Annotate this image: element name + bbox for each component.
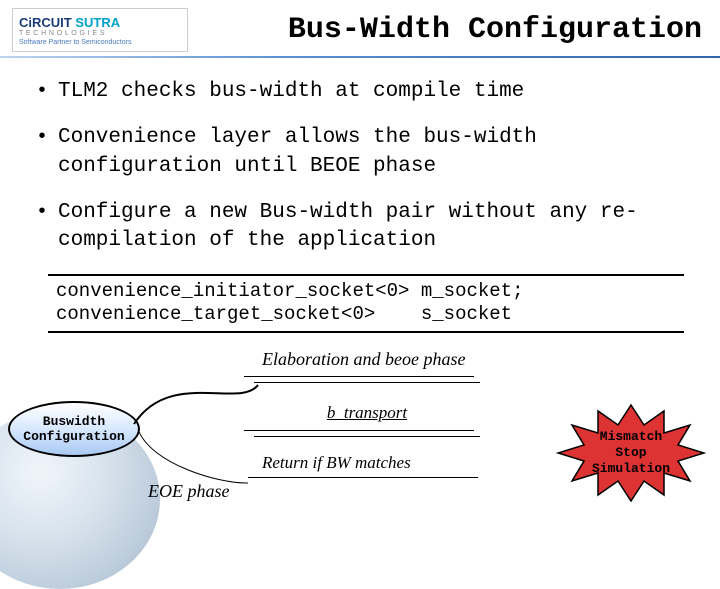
code-line: convenience_target_socket<0> s_socket: [56, 303, 512, 325]
diagram-area: BuswidthConfiguration EOE phase Elaborat…: [0, 349, 720, 559]
bullet-item: Configure a new Bus-width pair without a…: [36, 199, 692, 256]
code-block: convenience_initiator_socket<0> m_socket…: [48, 274, 684, 334]
buswidth-label: BuswidthConfiguration: [23, 414, 124, 445]
starburst-text: MismatchStopSimulation: [592, 429, 670, 478]
elaboration-label: Elaboration and beoe phase: [262, 349, 472, 371]
divider-lines: [262, 373, 472, 385]
mismatch-starburst: MismatchStopSimulation: [556, 403, 706, 503]
slide-title: Bus-Width Configuration: [188, 13, 708, 47]
buswidth-oval: BuswidthConfiguration: [8, 401, 140, 457]
divider-lines: [262, 427, 472, 439]
eoe-phase-label: EOE phase: [148, 481, 229, 502]
logo-tagline: Software Partner to Semiconductors: [19, 39, 187, 46]
bullet-item: TLM2 checks bus-width at compile time: [36, 78, 692, 106]
logo-subline: T E C H N O L O G I E S: [19, 30, 187, 37]
bottom-rule: [248, 477, 478, 478]
connector-curve: [130, 379, 280, 489]
logo-mid: RCUIT: [32, 15, 72, 30]
logo-suffix: SUTRA: [75, 15, 120, 30]
bullet-item: Convenience layer allows the bus-width c…: [36, 124, 692, 181]
company-logo: CiRCUIT SUTRA T E C H N O L O G I E S So…: [12, 8, 188, 52]
slide-header: CiRCUIT SUTRA T E C H N O L O G I E S So…: [0, 0, 720, 56]
code-line: convenience_initiator_socket<0> m_socket…: [56, 280, 523, 302]
bullet-list: TLM2 checks bus-width at compile time Co…: [0, 56, 720, 256]
timeline: Elaboration and beoe phase b_transport R…: [262, 349, 472, 477]
header-rule: [0, 56, 720, 58]
b-transport-label: b_transport: [262, 403, 472, 423]
return-label: Return if BW matches: [262, 453, 472, 473]
logo-prefix: Ci: [19, 15, 32, 30]
